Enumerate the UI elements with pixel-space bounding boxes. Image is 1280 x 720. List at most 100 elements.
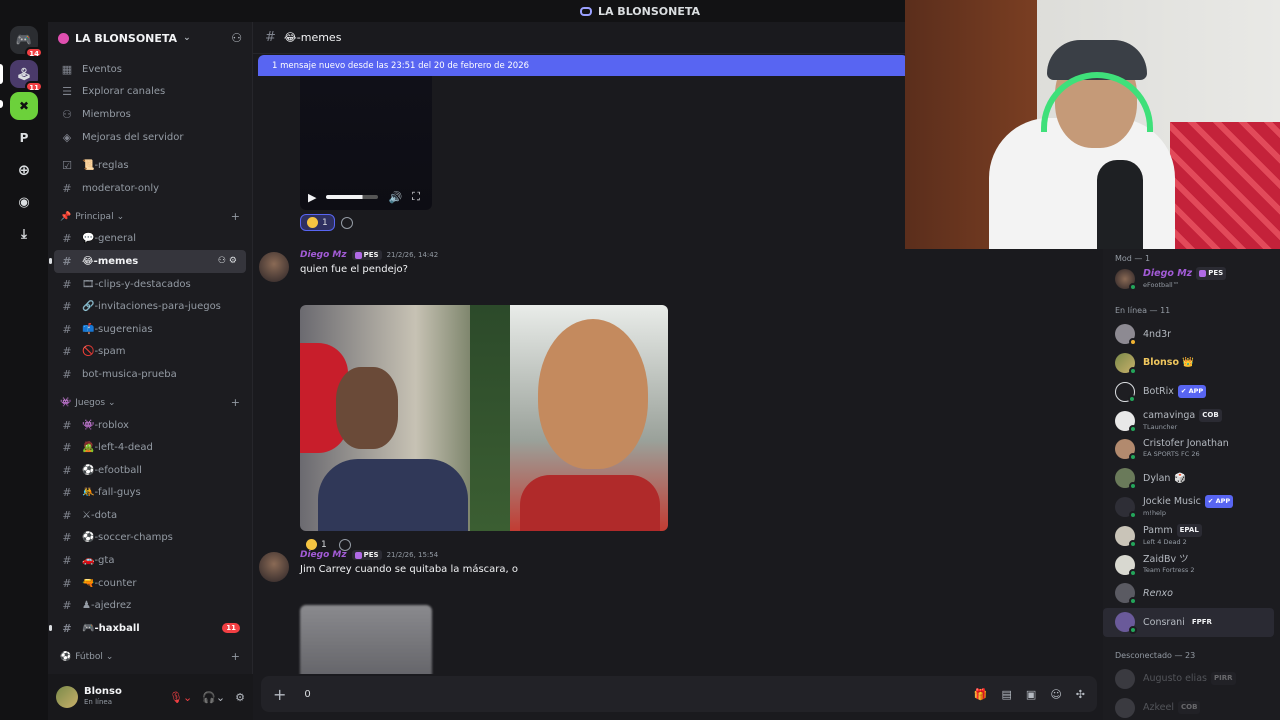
add-reaction-icon[interactable] xyxy=(340,216,353,229)
member-item[interactable]: Cristofer Jonathan EA SPORTS FC 26 xyxy=(1103,435,1280,464)
server-p-label: P xyxy=(19,131,29,145)
avatar[interactable] xyxy=(259,552,289,582)
add-server-button[interactable]: ⊕ xyxy=(10,156,38,184)
headphones-icon[interactable]: 🎧⌄ xyxy=(202,691,225,704)
member-item[interactable]: Dylan 🎲 xyxy=(1103,464,1280,493)
server-header[interactable]: LA BLONSONETA ⌄ ⚇ xyxy=(48,22,252,54)
channel-spam[interactable]: # 🚫-spam xyxy=(54,341,246,364)
gift-icon[interactable]: 🎁 xyxy=(974,688,988,701)
menu-events[interactable]: ▦ Eventos xyxy=(54,58,246,81)
author-name[interactable]: Diego Mz xyxy=(300,250,347,260)
category-futbol[interactable]: ⚽ Fútbol ⌄ + xyxy=(54,646,246,668)
channel-label: 😂-memes xyxy=(82,255,139,267)
guild-tag[interactable]: PES xyxy=(351,250,382,260)
discover-button[interactable]: ◉ xyxy=(10,188,38,216)
member-item[interactable]: BotRix ✔ APP xyxy=(1103,377,1280,406)
avatar xyxy=(1115,525,1137,548)
create-channel-icon[interactable]: + xyxy=(231,650,240,663)
emoji-icon[interactable]: ☺ xyxy=(1050,688,1061,701)
channel-clips[interactable]: # 🎞-clips-y-destacados xyxy=(54,273,246,296)
blurred-image-attachment[interactable] xyxy=(300,605,432,674)
menu-server-boost[interactable]: ◈ Mejoras del servidor xyxy=(54,126,246,149)
mic-muted-icon[interactable]: 🎙⌄ xyxy=(169,691,192,704)
channel-reglas[interactable]: ☑ 📜-reglas xyxy=(54,154,246,177)
user-names[interactable]: Blonso En línea xyxy=(84,686,122,708)
channel-general[interactable]: # 💬-general xyxy=(54,228,246,251)
member-activity: m!help xyxy=(1143,508,1166,517)
avatar[interactable] xyxy=(259,252,289,282)
chevron-down-icon: ⌄ xyxy=(105,651,114,662)
member-activity: TLauncher xyxy=(1143,422,1178,431)
channel-soccer-champs[interactable]: # ⚽-soccer-champs xyxy=(54,527,246,550)
member-item[interactable]: Augusto elias PIRR xyxy=(1103,665,1280,694)
new-messages-bar[interactable]: 1 mensaje nuevo desde las 23:51 del 20 d… xyxy=(258,55,908,76)
member-item[interactable]: Renxo xyxy=(1103,579,1280,608)
member-item[interactable]: 4nd3r xyxy=(1103,320,1280,349)
voice-controls: 🎙⌄ 🎧⌄ ⚙ xyxy=(169,691,245,704)
volume-icon[interactable]: 🔊 xyxy=(388,191,402,204)
composer-input[interactable]: 0 xyxy=(304,689,310,700)
menu-members[interactable]: ⚇ Miembros xyxy=(54,103,246,126)
invite-people-icon[interactable]: ⚇ xyxy=(231,31,242,45)
channel-haxball[interactable]: # 🎮-haxball 11 xyxy=(49,617,246,640)
menu-browse-channels[interactable]: ☰ Explorar canales xyxy=(54,81,246,104)
channel-efootball[interactable]: # ⚽-efootball xyxy=(54,459,246,482)
video-attachment[interactable]: ▶ 🔊 ⛶ xyxy=(300,76,432,210)
gif-icon[interactable]: ▤ xyxy=(1002,688,1012,701)
channel-settings-gear-icon[interactable]: ⚇⚙ xyxy=(218,256,240,266)
channel-label: ⚽-efootball xyxy=(82,464,142,476)
channel-dota[interactable]: # ⚔-dota xyxy=(54,504,246,527)
server-p[interactable]: P xyxy=(10,124,38,152)
avatar[interactable] xyxy=(56,686,78,708)
channel-memes[interactable]: # 😂-memes ⚇⚙ xyxy=(49,250,246,273)
member-item[interactable]: Pamm EPAL Left 4 Dead 2 xyxy=(1103,521,1280,550)
hash-icon: # xyxy=(62,418,72,432)
channel-left-4-dead[interactable]: # 🧟-left-4-dead xyxy=(54,436,246,459)
guild-tag[interactable]: PES xyxy=(351,550,382,560)
channel-sugerenias[interactable]: # 📫-sugerenias xyxy=(54,318,246,341)
channel-invitaciones[interactable]: # 🔗-invitaciones-para-juegos xyxy=(54,295,246,318)
channel-bot-musica[interactable]: # bot-musica-prueba xyxy=(54,363,246,386)
direct-messages-button[interactable]: 🎮 14 xyxy=(10,26,43,58)
member-item[interactable]: Diego Mz PES eFootball™ xyxy=(1103,265,1280,294)
mention-badge: 11 xyxy=(222,623,240,634)
message-composer[interactable]: + 0 🎁 ▤ ▣ ☺ ✣ xyxy=(261,676,1097,712)
section-header-offline: Desconectado — 23 xyxy=(1115,651,1196,661)
channel-fall-guys[interactable]: # 🤼-fall-guys xyxy=(54,482,246,505)
member-activity: eFootball™ xyxy=(1143,281,1180,290)
download-apps-button[interactable]: ⤓ xyxy=(10,220,38,248)
reaction-count: 1 xyxy=(321,539,327,550)
member-item[interactable]: ZaidBv ツ Team Fortress 2 xyxy=(1103,550,1280,579)
channel-ajedrez[interactable]: # ♟-ajedrez xyxy=(54,594,246,617)
member-item[interactable]: Consrani FPFR xyxy=(1103,607,1274,637)
hash-icon: # xyxy=(62,576,72,590)
author-name[interactable]: Diego Mz xyxy=(300,550,347,560)
hash-icon: # xyxy=(62,254,72,268)
channel-roblox[interactable]: # 👾-roblox xyxy=(54,414,246,437)
fullscreen-icon[interactable]: ⛶ xyxy=(412,190,420,204)
attach-plus-icon[interactable]: + xyxy=(273,685,286,704)
member-item[interactable]: camavinga COB TLauncher xyxy=(1103,406,1280,435)
volume-slider[interactable] xyxy=(326,195,379,199)
member-item[interactable]: Azkeel COB xyxy=(1103,693,1280,720)
category-juegos[interactable]: 👾 Juegos ⌄ + xyxy=(54,392,246,414)
hash-icon: # xyxy=(265,30,276,45)
server-la-blonsoneta[interactable]: 🕹 11 xyxy=(10,60,43,92)
sticker-icon[interactable]: ▣ xyxy=(1026,688,1036,701)
microphone xyxy=(1097,160,1143,249)
create-channel-icon[interactable]: + xyxy=(231,210,240,223)
member-item[interactable]: Jockie Music ✔ APP m!help xyxy=(1103,493,1280,522)
member-item[interactable]: Blonso 👑 xyxy=(1103,349,1280,378)
apps-icon[interactable]: ✣ xyxy=(1076,688,1085,701)
play-icon[interactable]: ▶ xyxy=(308,191,316,204)
meme-image-attachment[interactable] xyxy=(300,305,668,531)
add-reaction-icon[interactable] xyxy=(338,538,351,551)
channel-moderator-only[interactable]: # moderator-only xyxy=(54,177,246,200)
server-green[interactable]: ✖ xyxy=(10,92,38,120)
gear-icon[interactable]: ⚙ xyxy=(235,691,245,704)
channel-counter[interactable]: # 🔫-counter xyxy=(54,572,246,595)
create-channel-icon[interactable]: + xyxy=(231,396,240,409)
channel-gta[interactable]: # 🚗-gta xyxy=(54,549,246,572)
reaction-laugh[interactable]: 1 xyxy=(300,214,335,231)
category-principal[interactable]: 📌 Principal ⌄ + xyxy=(54,206,246,228)
